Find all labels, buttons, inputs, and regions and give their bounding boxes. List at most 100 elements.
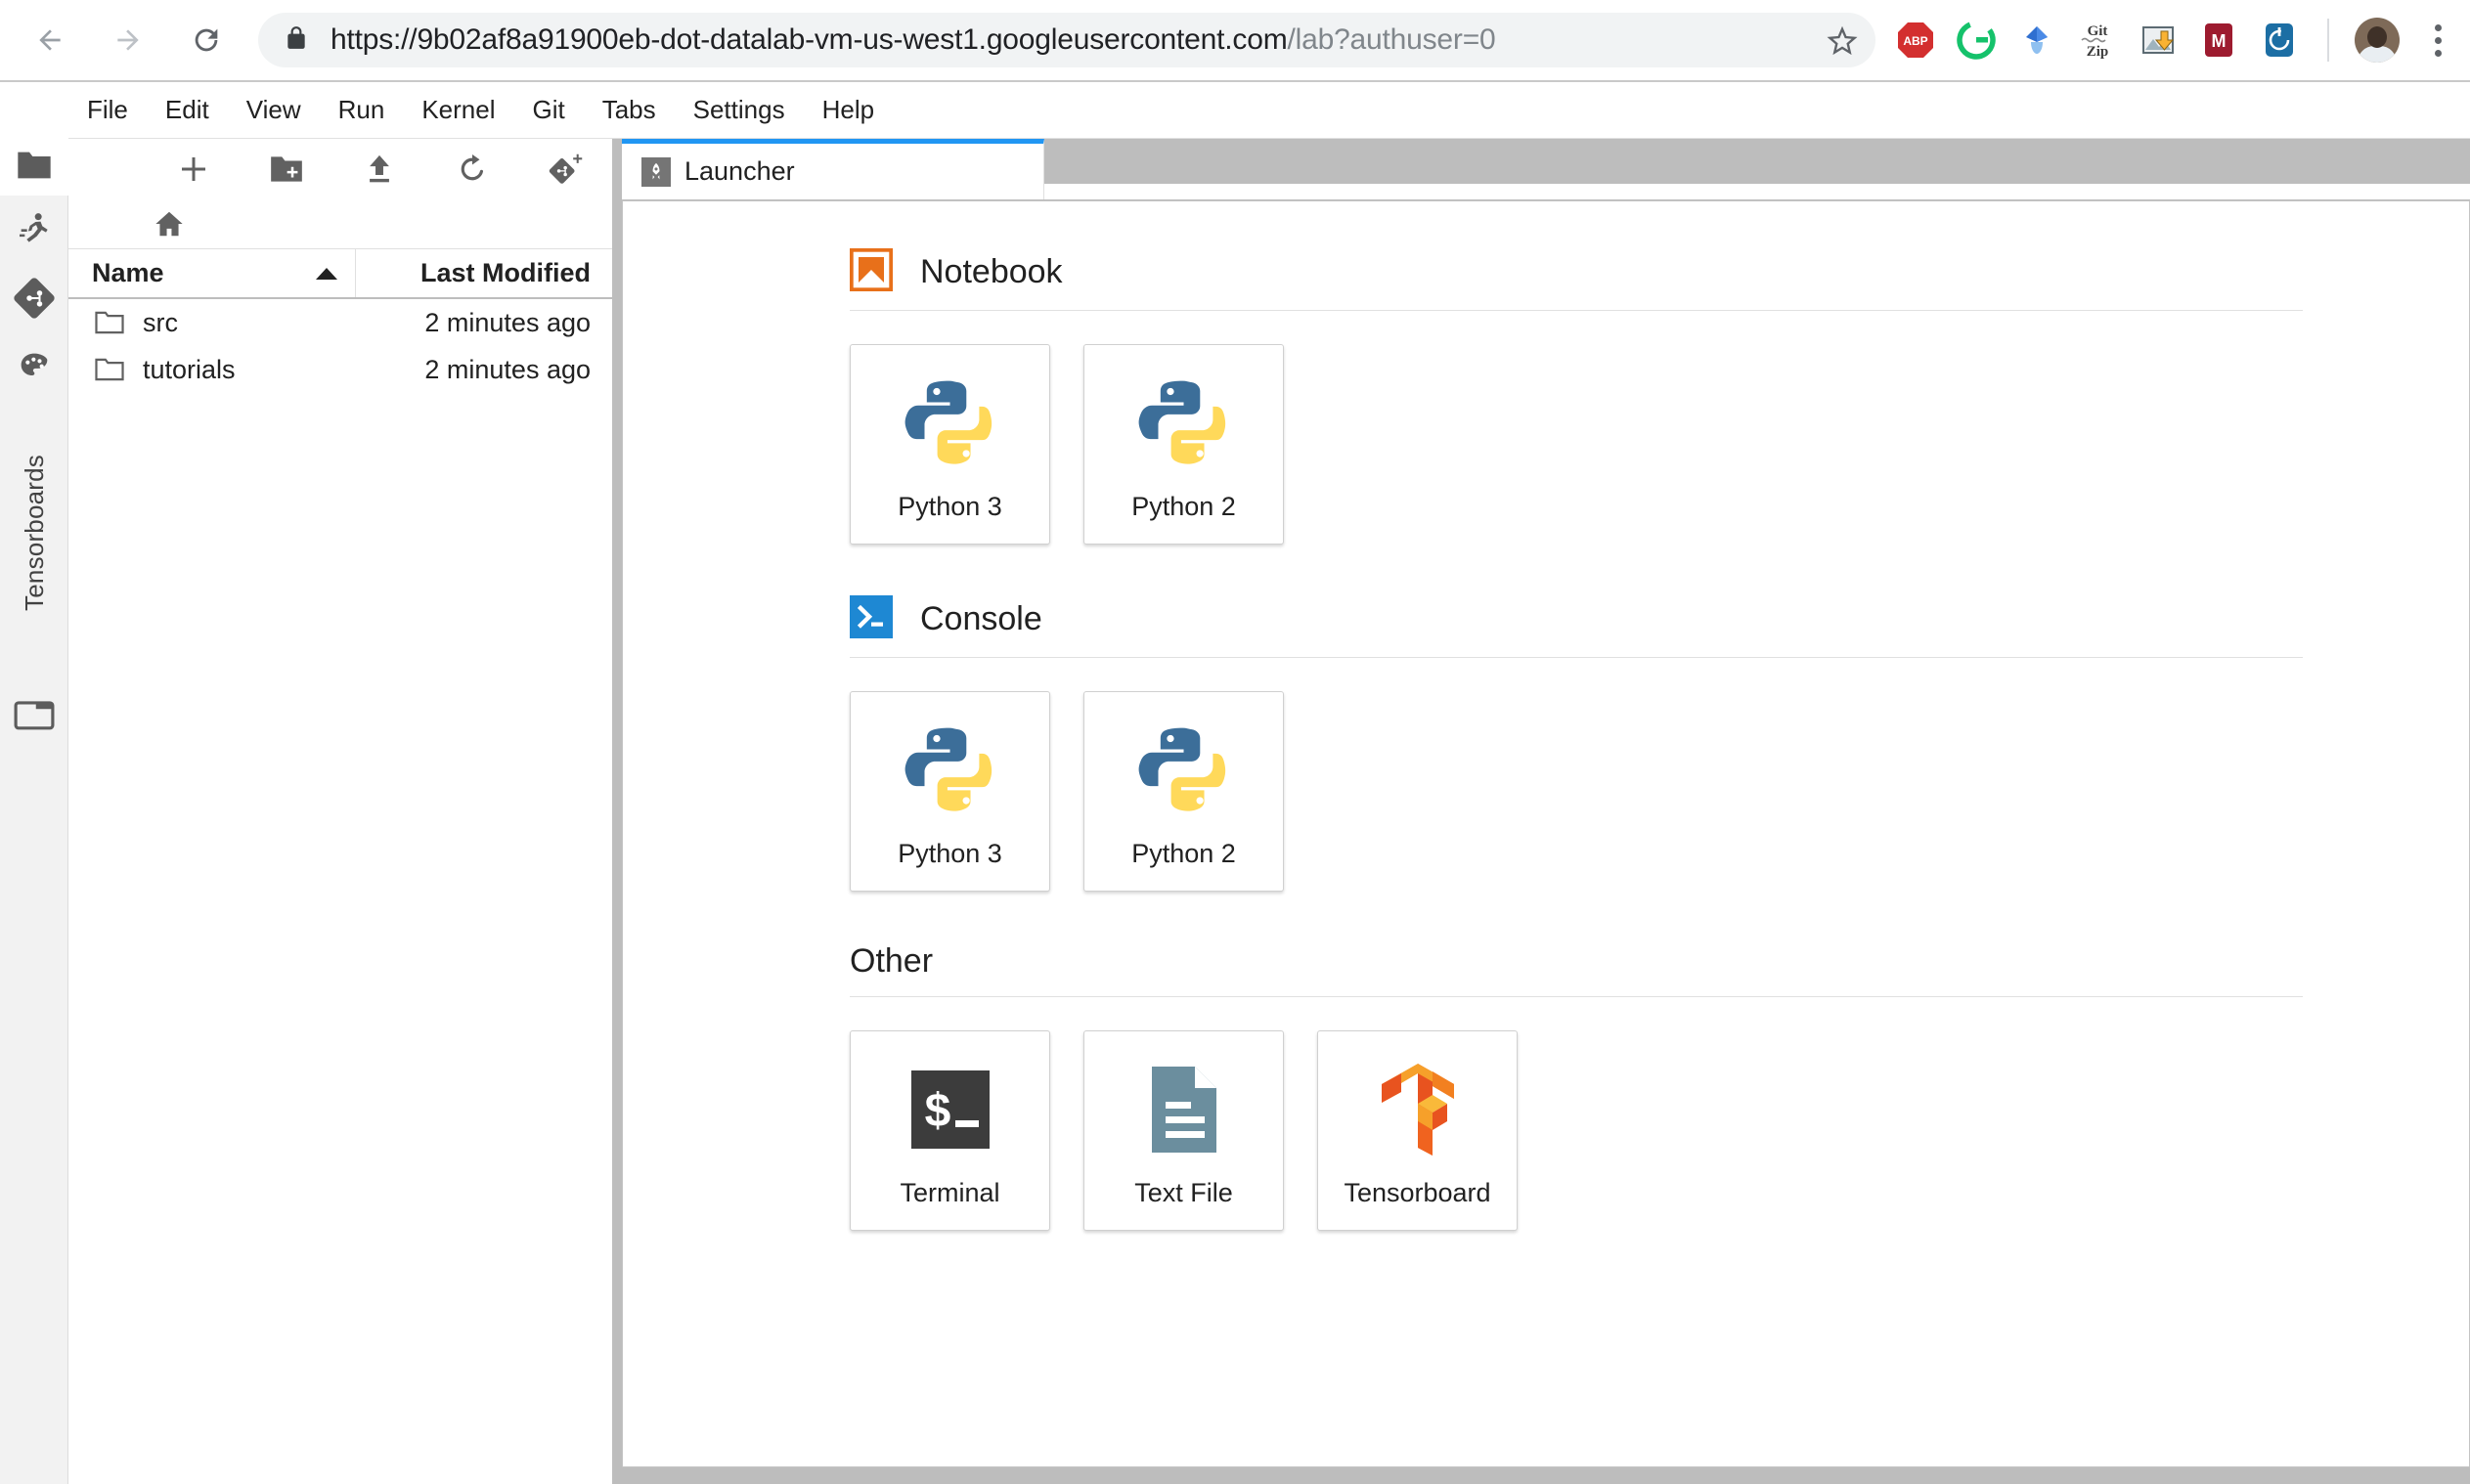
- card-label: Terminal: [900, 1178, 1000, 1207]
- tab-launcher[interactable]: Launcher: [622, 139, 1044, 199]
- sidebar-item-running[interactable]: [0, 196, 68, 264]
- sidebar-item-extensions[interactable]: [0, 332, 68, 401]
- tensorboard-logo-icon: [1372, 1057, 1464, 1162]
- table-row[interactable]: tutorials 2 minutes ago: [68, 346, 612, 393]
- main-dock-area: Launcher Notebook Python 3 Python 2 Cons…: [614, 139, 2470, 1484]
- console-prompt-icon: [850, 595, 893, 643]
- refresh-button[interactable]: [426, 142, 519, 196]
- grammarly-extension-icon[interactable]: [1954, 18, 1999, 63]
- launcher-card-console-python3[interactable]: Python 3: [850, 691, 1050, 892]
- column-header-name[interactable]: Name: [68, 249, 356, 297]
- url-origin: https://9b02af8a91900eb-dot-datalab-vm-u…: [331, 23, 1288, 56]
- other-card-row: $ Terminal Text File Tensorboard: [850, 1030, 2303, 1231]
- chrome-menu-icon[interactable]: [2421, 18, 2454, 63]
- sidebar-item-label: Tensorboards: [19, 455, 49, 611]
- extension-icons: ABP Git Zip M: [1893, 18, 2470, 63]
- folder-icon: [95, 311, 124, 334]
- table-row[interactable]: src 2 minutes ago: [68, 299, 612, 346]
- svg-text:M: M: [2212, 31, 2227, 51]
- git-clone-button[interactable]: [519, 142, 612, 196]
- launcher-card-tensorboard[interactable]: Tensorboard: [1317, 1030, 1518, 1231]
- address-bar[interactable]: https://9b02af8a91900eb-dot-datalab-vm-u…: [258, 13, 1875, 67]
- menu-git[interactable]: Git: [513, 89, 583, 131]
- svg-text:ABP: ABP: [1903, 34, 1927, 48]
- browser-toolbar: https://9b02af8a91900eb-dot-datalab-vm-u…: [0, 0, 2470, 82]
- file-browser-toolbar: [68, 139, 612, 199]
- new-folder-button[interactable]: [240, 142, 332, 196]
- tab-outline-icon: [14, 701, 55, 730]
- file-list: src 2 minutes ago tutorials 2 minutes ag…: [68, 299, 612, 393]
- file-name-label: tutorials: [143, 354, 236, 384]
- url-text: https://9b02af8a91900eb-dot-datalab-vm-u…: [331, 23, 1496, 57]
- breadcrumb-home-button[interactable]: [147, 204, 192, 243]
- folder-icon: [95, 358, 124, 381]
- refresh-icon: [461, 154, 484, 181]
- sidebar-item-git[interactable]: [0, 264, 68, 332]
- bookmark-star-icon[interactable]: [1819, 17, 1866, 64]
- url-path: /lab?authuser=0: [1287, 23, 1496, 56]
- sidebar-item-file-browser[interactable]: [0, 82, 68, 196]
- svg-text:Git: Git: [2088, 23, 2108, 39]
- reload-button[interactable]: [180, 14, 233, 66]
- card-label: Text File: [1134, 1178, 1233, 1207]
- terminal-icon: $: [906, 1057, 994, 1162]
- upload-button[interactable]: [332, 142, 425, 196]
- jupyterlab-menubar: File Edit View Run Kernel Git Tabs Setti…: [0, 82, 2470, 139]
- sidebar-item-open-tabs[interactable]: [0, 680, 68, 749]
- file-browser-breadcrumb: [68, 199, 612, 248]
- menu-kernel[interactable]: Kernel: [403, 89, 513, 131]
- blue-diamond-extension-icon[interactable]: [2014, 18, 2059, 63]
- menu-help[interactable]: Help: [804, 89, 893, 131]
- svg-text:$: $: [924, 1085, 950, 1137]
- launcher-card-console-python2[interactable]: Python 2: [1083, 691, 1284, 892]
- column-name-label: Name: [92, 258, 164, 287]
- sidebar-item-tensorboards[interactable]: Tensorboards: [0, 401, 68, 665]
- file-name-label: src: [143, 307, 178, 337]
- python-logo-icon: [899, 718, 1002, 823]
- palette-icon: [21, 353, 48, 375]
- launcher-card-terminal[interactable]: $ Terminal: [850, 1030, 1050, 1231]
- menu-tabs[interactable]: Tabs: [584, 89, 675, 131]
- launcher-rocket-icon: [641, 156, 671, 187]
- folder-icon: [17, 152, 51, 179]
- launcher-card-notebook-python3[interactable]: Python 3: [850, 344, 1050, 545]
- image-download-extension-icon[interactable]: [2136, 18, 2181, 63]
- launcher-section-notebook-header: Notebook: [849, 247, 2303, 296]
- menu-settings[interactable]: Settings: [675, 89, 804, 131]
- notebook-bookmark-icon: [849, 247, 894, 296]
- python-logo-icon: [899, 371, 1002, 476]
- menu-edit[interactable]: Edit: [147, 89, 228, 131]
- menu-view[interactable]: View: [228, 89, 320, 131]
- sort-ascending-icon: [316, 267, 337, 280]
- upload-icon: [370, 154, 389, 183]
- python-logo-icon: [1132, 718, 1236, 823]
- lock-icon: [284, 23, 309, 58]
- adblock-plus-extension-icon[interactable]: ABP: [1893, 18, 1938, 63]
- browser-nav-buttons: [0, 14, 233, 66]
- launcher-section-other-header: Other: [850, 942, 934, 980]
- card-label: Python 2: [1131, 839, 1236, 868]
- forward-button[interactable]: [102, 14, 154, 66]
- avatar-body: [2358, 46, 2397, 63]
- git-clone-icon: [550, 153, 583, 184]
- tab-bar: Launcher: [622, 139, 2470, 199]
- launcher-card-text-file[interactable]: Text File: [1083, 1030, 1284, 1231]
- menu-run[interactable]: Run: [320, 89, 404, 131]
- sync-extension-icon[interactable]: [2257, 18, 2302, 63]
- file-modified-cell: 2 minutes ago: [424, 354, 591, 384]
- gitzip-extension-icon[interactable]: Git Zip: [2075, 18, 2120, 63]
- card-label: Tensorboard: [1344, 1178, 1491, 1207]
- section-divider: [850, 657, 2303, 658]
- python-logo-icon: [1132, 371, 1236, 476]
- plus-icon: [181, 157, 205, 181]
- avatar-head: [2367, 26, 2387, 48]
- launcher-card-notebook-python2[interactable]: Python 2: [1083, 344, 1284, 545]
- text-file-icon: [1140, 1057, 1228, 1162]
- new-launcher-button[interactable]: [147, 142, 240, 196]
- column-header-last-modified[interactable]: Last Modified: [356, 249, 612, 297]
- menu-file[interactable]: File: [68, 89, 147, 131]
- back-button[interactable]: [23, 14, 76, 66]
- avatar[interactable]: [2355, 18, 2400, 63]
- mendeley-extension-icon[interactable]: M: [2196, 18, 2241, 63]
- section-divider: [850, 310, 2303, 311]
